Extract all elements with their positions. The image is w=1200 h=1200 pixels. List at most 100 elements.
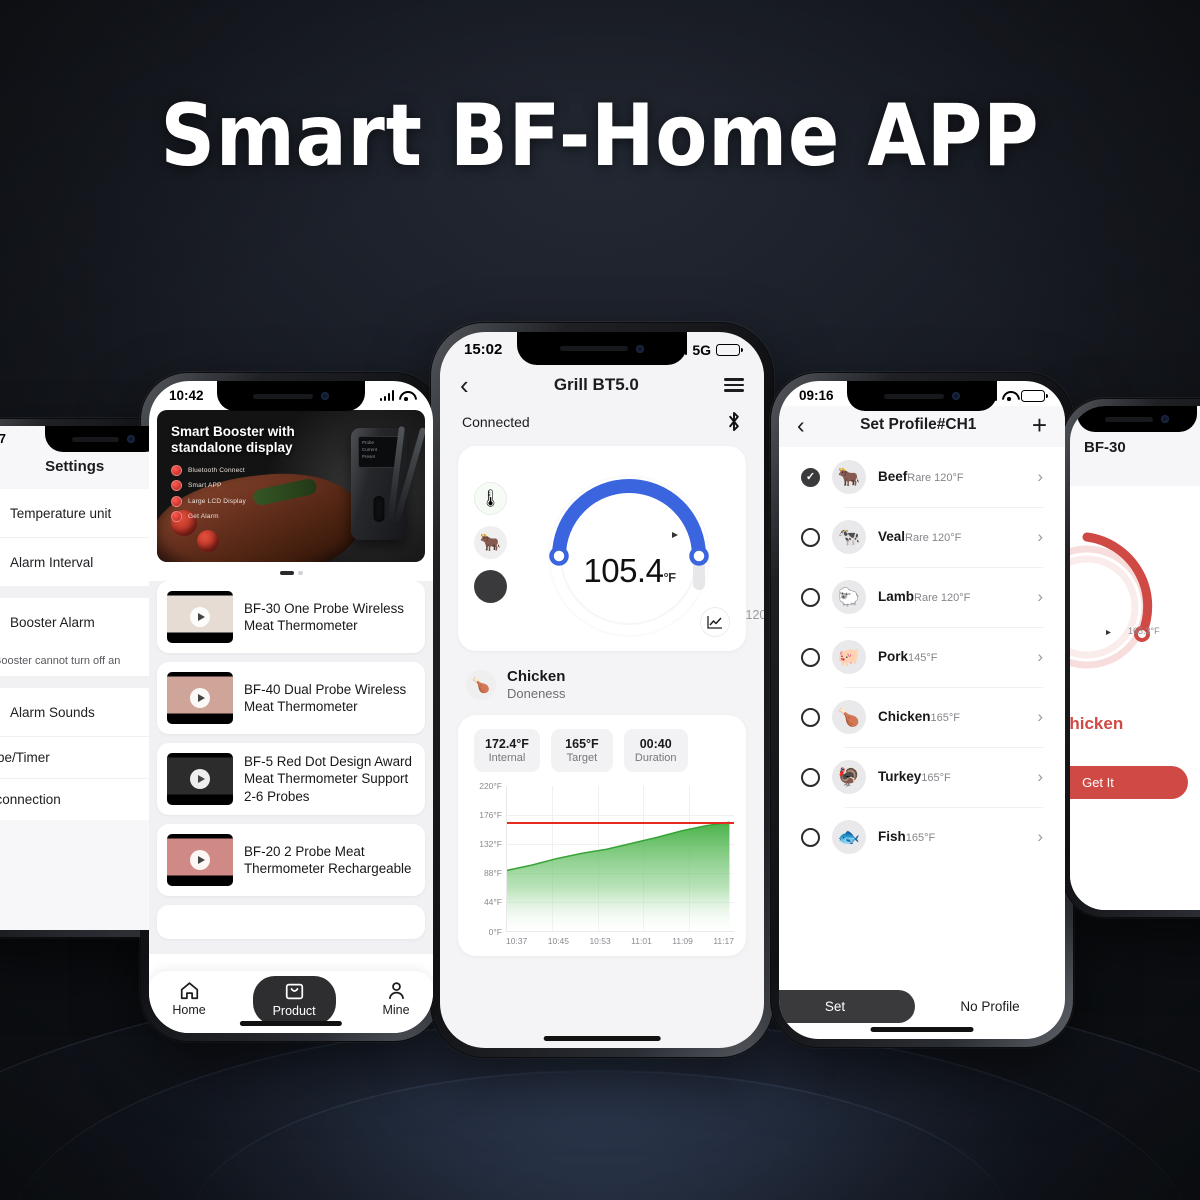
phone-profile: 09:16 ‹ Set Profile#CH1 + 🐂 BeefRare 120… — [770, 372, 1074, 1048]
chevron-right-icon[interactable]: › — [1037, 527, 1043, 547]
stat-label: Target — [566, 751, 598, 764]
list-item[interactable] — [157, 905, 425, 939]
thermometer-icon[interactable]: 🌡 — [474, 482, 507, 515]
y-tick: 176°F — [479, 809, 502, 820]
signal-icon — [379, 390, 394, 401]
probe-dot-icon[interactable] — [474, 570, 507, 603]
chevron-right-icon[interactable]: › — [1037, 707, 1043, 727]
tab-product[interactable]: Product — [252, 975, 336, 1025]
gauge-arc — [1070, 532, 1153, 669]
stat-label: Duration — [634, 751, 677, 764]
profile-name: Pork — [878, 649, 909, 665]
list-item[interactable]: 🍗 Chicken165°F › — [787, 687, 1057, 747]
play-icon[interactable] — [190, 769, 210, 789]
video-thumbnail[interactable] — [167, 591, 233, 643]
x-tick: 11:09 — [672, 935, 693, 946]
list-item[interactable]: 🐂 BeefRare 120°F › — [787, 447, 1057, 507]
settings-row-label: Alarm Sounds — [10, 704, 95, 720]
line-chart-icon[interactable] — [700, 607, 730, 637]
nav-bar: ‹ Grill BT5.0 — [440, 362, 764, 407]
list-item[interactable]: 🐄 VealRare 120°F › — [787, 507, 1057, 567]
radio-icon[interactable] — [801, 647, 820, 667]
hamburger-icon[interactable] — [723, 378, 744, 392]
profile-temp: Rare 120°F — [914, 592, 971, 605]
chevron-right-icon[interactable]: › — [1037, 647, 1043, 667]
promo-text: Smart Booster with standalone display Bl… — [171, 424, 295, 523]
turkey-icon: 🦃 — [832, 760, 866, 795]
chevron-right-icon[interactable]: › — [1037, 827, 1043, 847]
video-thumbnail[interactable] — [167, 672, 233, 724]
chart-plot-area — [506, 785, 734, 932]
page-title: Set Profile#CH1 — [860, 416, 977, 434]
gauge-value-unit: °F — [663, 570, 676, 585]
no-profile-button[interactable]: No Profile — [915, 999, 1065, 1014]
play-icon[interactable] — [190, 850, 210, 870]
list-item[interactable]: BF-5 Red Dot Design Award Meat Thermomet… — [157, 743, 425, 815]
chevron-right-icon[interactable]: › — [1037, 467, 1043, 487]
temperature-gauge[interactable]: 70.9°F 165.2°F — [1070, 522, 1172, 692]
meat-name: Chicken — [507, 668, 566, 685]
settings-row-label: Alarm Interval — [10, 554, 94, 570]
get-it-button[interactable]: Get It — [1070, 766, 1188, 799]
settings-row-label: Temperature unit — [10, 505, 112, 521]
chevron-right-icon[interactable]: › — [1037, 767, 1043, 787]
tomato-image — [197, 530, 219, 552]
chart-area-series — [507, 821, 730, 931]
profile-name: Beef — [878, 469, 908, 485]
list-item[interactable]: BF-30 One Probe Wireless Meat Thermomete… — [157, 581, 425, 653]
radio-icon[interactable] — [801, 707, 820, 727]
list-item[interactable]: 🐖 Pork145°F › — [787, 627, 1057, 687]
bluetooth-icon[interactable] — [726, 411, 742, 432]
home-icon — [180, 982, 198, 1000]
tab-mine[interactable]: Mine — [382, 981, 410, 1023]
page-title: Grill BT5.0 — [553, 375, 639, 394]
promo-bullet-label: Smart APP — [188, 482, 222, 490]
profile-temp: Rare 120°F — [905, 532, 962, 545]
list-item[interactable]: 🐟 Fish165°F › — [787, 807, 1057, 867]
person-icon — [388, 982, 404, 1000]
play-icon[interactable] — [190, 607, 210, 627]
y-tick: 44°F — [483, 897, 502, 908]
video-thumbnail[interactable] — [167, 753, 233, 805]
list-item[interactable]: 🐑 LambRare 120°F › — [787, 567, 1057, 627]
bullet-dot-icon — [171, 480, 182, 492]
promo-banner[interactable]: Probe Current Preset Smart Booster with … — [157, 410, 425, 562]
profile-actions: Set No Profile — [779, 990, 1065, 1023]
promo-bullet: Smart APP — [171, 480, 295, 492]
status-time: 15:47 — [0, 432, 6, 446]
target-line — [507, 821, 734, 825]
checkbox-selected-icon[interactable] — [801, 467, 820, 487]
product-list: BF-30 One Probe Wireless Meat Thermomete… — [149, 581, 433, 954]
chevron-right-icon[interactable]: › — [1037, 587, 1043, 607]
list-item[interactable]: BF-20 2 Probe Meat Thermometer Rechargea… — [157, 824, 425, 896]
home-indicator — [239, 1021, 343, 1026]
beef-icon[interactable]: 🐂 — [474, 526, 507, 559]
list-item[interactable]: BF-40 Dual Probe Wireless Meat Thermomet… — [157, 662, 425, 734]
product-title: BF-30 One Probe Wireless Meat Thermomete… — [244, 600, 405, 633]
wifi-icon — [399, 390, 413, 401]
profile-screen: 09:16 ‹ Set Profile#CH1 + 🐂 BeefRare 120… — [779, 381, 1065, 1039]
x-tick: 11:01 — [631, 935, 652, 946]
radio-icon[interactable] — [801, 587, 820, 607]
bullet-dot-icon — [171, 464, 182, 476]
set-button[interactable]: Set — [779, 990, 915, 1023]
back-icon[interactable]: ‹ — [797, 413, 805, 436]
chicken-icon: 🍗 — [466, 670, 496, 701]
profile-name: Turkey — [878, 769, 922, 785]
radio-icon[interactable] — [801, 827, 820, 847]
list-item[interactable]: 🦃 Turkey165°F › — [787, 747, 1057, 807]
radio-icon[interactable] — [801, 527, 820, 547]
play-icon[interactable] — [190, 688, 210, 708]
carousel-pager[interactable] — [149, 562, 433, 581]
back-icon[interactable]: ‹ — [460, 372, 469, 398]
video-thumbnail[interactable] — [167, 834, 233, 886]
bf30-screen: BF-30 70.9°F 165.2°F ess Chicken Get It — [1070, 406, 1200, 910]
status-bar: 15:02 5G — [440, 332, 764, 362]
radio-icon[interactable] — [801, 767, 820, 787]
probe-selector[interactable]: 🌡 🐂 — [474, 482, 507, 603]
promo-bullets: Bluetooth Connect Smart APP Large LCD Di… — [171, 464, 295, 523]
tab-home[interactable]: Home — [172, 981, 206, 1023]
plus-icon[interactable]: + — [1032, 412, 1047, 438]
network-label: 5G — [692, 341, 711, 358]
nav-bar: ‹ Set Profile#CH1 + — [779, 406, 1065, 448]
